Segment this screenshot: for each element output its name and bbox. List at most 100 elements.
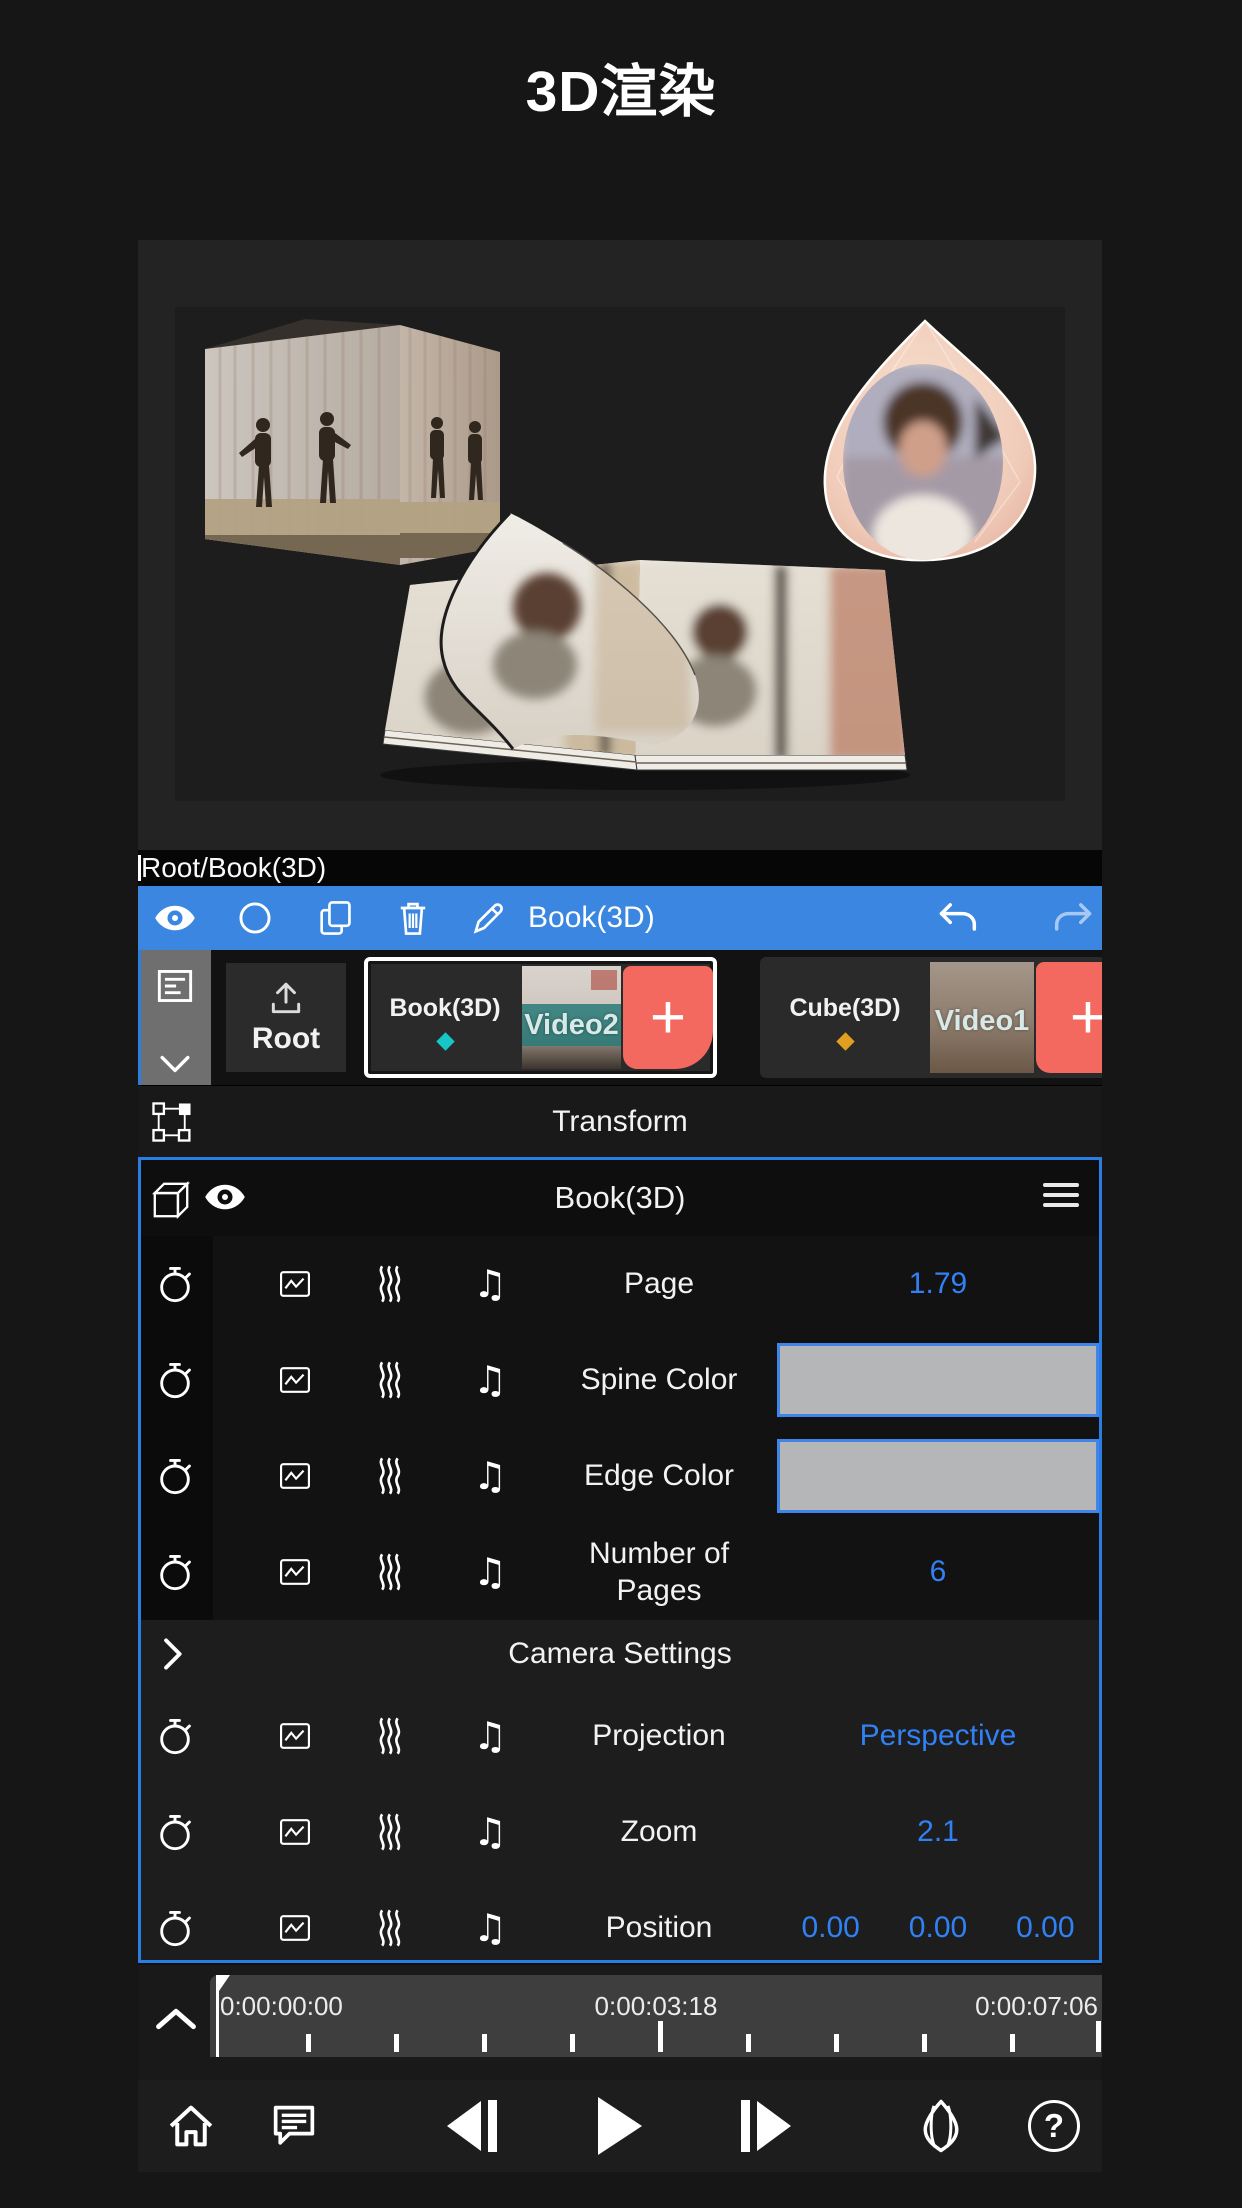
graph-icon[interactable]: [269, 1784, 321, 1880]
layer-track-area: Root Book(3D) Video2 + Cube(3D) Video1 +: [138, 950, 1102, 1085]
param-row-spine-color[interactable]: ♫ Spine Color: [141, 1332, 1099, 1428]
camera-settings-section[interactable]: Camera Settings: [141, 1620, 1099, 1688]
play-button[interactable]: [590, 2080, 650, 2172]
ruler-tick: [834, 2034, 839, 2052]
trash-icon: [400, 902, 426, 935]
duplicate-button[interactable]: [307, 886, 363, 950]
home-button[interactable]: [161, 2080, 221, 2172]
position-z[interactable]: 0.00: [1016, 1911, 1074, 1945]
music-note-icon[interactable]: ♫: [464, 1688, 516, 1784]
layer-list-icon: [157, 970, 192, 1002]
param-row-projection[interactable]: ♫ Projection Perspective: [141, 1688, 1099, 1784]
preview-3d-scene: [205, 319, 1037, 790]
param-value[interactable]: 2.1: [777, 1784, 1099, 1880]
stopwatch-icon[interactable]: [149, 1688, 201, 1784]
param-row-zoom[interactable]: ♫ Zoom 2.1: [141, 1784, 1099, 1880]
graph-icon[interactable]: [269, 1524, 321, 1620]
help-button[interactable]: ?: [1024, 2080, 1084, 2172]
track-playhead-line: [138, 950, 141, 1085]
wiggle-icon[interactable]: [365, 1524, 417, 1620]
param-label: Position: [605, 1911, 713, 1945]
transform-row[interactable]: Transform: [138, 1085, 1102, 1157]
music-note-icon[interactable]: ♫: [464, 1332, 516, 1428]
clip-thumbnail[interactable]: Video2: [522, 966, 621, 1069]
param-value-xyz[interactable]: 0.00 0.00 0.00: [777, 1880, 1099, 1960]
color-swatch[interactable]: [777, 1343, 1099, 1417]
graph-icon[interactable]: [269, 1428, 321, 1524]
playhead-flag: [219, 1975, 230, 1991]
chevron-up-icon[interactable]: [154, 2007, 198, 2031]
delete-button[interactable]: [385, 886, 441, 950]
graph-icon[interactable]: [269, 1236, 321, 1332]
redo-button[interactable]: [1044, 886, 1100, 950]
music-note-icon[interactable]: ♫: [464, 1428, 516, 1524]
stopwatch-icon[interactable]: [149, 1784, 201, 1880]
clip-name: Video1: [934, 1004, 1030, 1037]
wiggle-icon[interactable]: [365, 1332, 417, 1428]
triangle-left-icon: [447, 2101, 481, 2151]
undo-button[interactable]: [931, 886, 987, 950]
timestamp-end: 0:00:07:06: [975, 1991, 1098, 2021]
stopwatch-icon[interactable]: [149, 1524, 201, 1620]
param-row-number-of-pages[interactable]: ♫ Number of Pages 6: [141, 1524, 1099, 1620]
preview-canvas[interactable]: [175, 307, 1065, 801]
add-clip-button[interactable]: +: [623, 966, 713, 1069]
mask-circle-button[interactable]: [227, 886, 283, 950]
bottom-toolbar: ?: [138, 2080, 1102, 2172]
cube-3d-object: [205, 319, 500, 565]
wiggle-icon[interactable]: [365, 1784, 417, 1880]
graph-icon[interactable]: [269, 1880, 321, 1960]
visibility-button[interactable]: [147, 886, 203, 950]
panel-header[interactable]: Book(3D): [141, 1160, 1099, 1236]
redo-icon: [1054, 903, 1092, 931]
stopwatch-icon[interactable]: [149, 1332, 201, 1428]
wiggle-icon[interactable]: [365, 1236, 417, 1332]
transform-icon: [152, 1102, 191, 1142]
root-button[interactable]: Root: [226, 963, 346, 1072]
music-note-icon[interactable]: ♫: [464, 1236, 516, 1332]
param-row-page[interactable]: ♫ Page 1.79: [141, 1236, 1099, 1332]
eye-icon: [155, 905, 195, 931]
arrow-up-tray-icon: [271, 982, 301, 1013]
stopwatch-icon[interactable]: [149, 1236, 201, 1332]
wiggle-icon[interactable]: [365, 1688, 417, 1784]
wiggle-icon[interactable]: [365, 1428, 417, 1524]
param-value[interactable]: 6: [777, 1524, 1099, 1620]
comment-button[interactable]: [264, 2080, 324, 2172]
frame-bar-icon: [488, 2100, 497, 2152]
graph-icon[interactable]: [269, 1688, 321, 1784]
param-row-position[interactable]: ♫ Position 0.00 0.00 0.00: [141, 1880, 1099, 1960]
premium-button[interactable]: [911, 2080, 971, 2172]
selection-toolbar: Book(3D): [138, 886, 1102, 950]
wiggle-icon[interactable]: [365, 1880, 417, 1960]
layer-group-cube3d[interactable]: Cube(3D) Video1 +: [760, 957, 1102, 1078]
transform-label: Transform: [552, 1104, 688, 1138]
menu-icon[interactable]: [1043, 1183, 1079, 1207]
param-value[interactable]: 1.79: [777, 1236, 1099, 1332]
triangle-right-icon: [757, 2101, 791, 2151]
rename-button[interactable]: [460, 886, 516, 950]
position-y[interactable]: 0.00: [909, 1911, 967, 1945]
previous-frame-button[interactable]: [442, 2080, 502, 2172]
stopwatch-icon[interactable]: [149, 1880, 201, 1960]
timeline-ruler[interactable]: 0:00:00:00 0:00:03:18 0:00:07:06: [210, 1975, 1102, 2057]
music-note-icon[interactable]: ♫: [464, 1524, 516, 1620]
param-row-edge-color[interactable]: ♫ Edge Color: [141, 1428, 1099, 1524]
stopwatch-icon[interactable]: [149, 1428, 201, 1524]
ruler-tick-major: [1096, 2021, 1101, 2052]
clip-thumbnail[interactable]: Video1: [930, 962, 1034, 1073]
music-note-icon[interactable]: ♫: [464, 1784, 516, 1880]
frame-bar-icon: [741, 2100, 750, 2152]
add-clip-button[interactable]: +: [1036, 962, 1102, 1073]
color-swatch[interactable]: [777, 1439, 1099, 1513]
position-x[interactable]: 0.00: [801, 1911, 859, 1945]
track-list-toggle[interactable]: [138, 950, 211, 1085]
layer-group-book3d[interactable]: Book(3D) Video2 +: [364, 957, 717, 1078]
param-value[interactable]: Perspective: [777, 1688, 1099, 1784]
music-note-icon[interactable]: ♫: [464, 1880, 516, 1960]
param-label: Projection: [592, 1719, 726, 1753]
eye-icon[interactable]: [203, 1182, 247, 1212]
graph-icon[interactable]: [269, 1332, 321, 1428]
next-frame-button[interactable]: [736, 2080, 796, 2172]
circle-icon: [239, 902, 271, 934]
